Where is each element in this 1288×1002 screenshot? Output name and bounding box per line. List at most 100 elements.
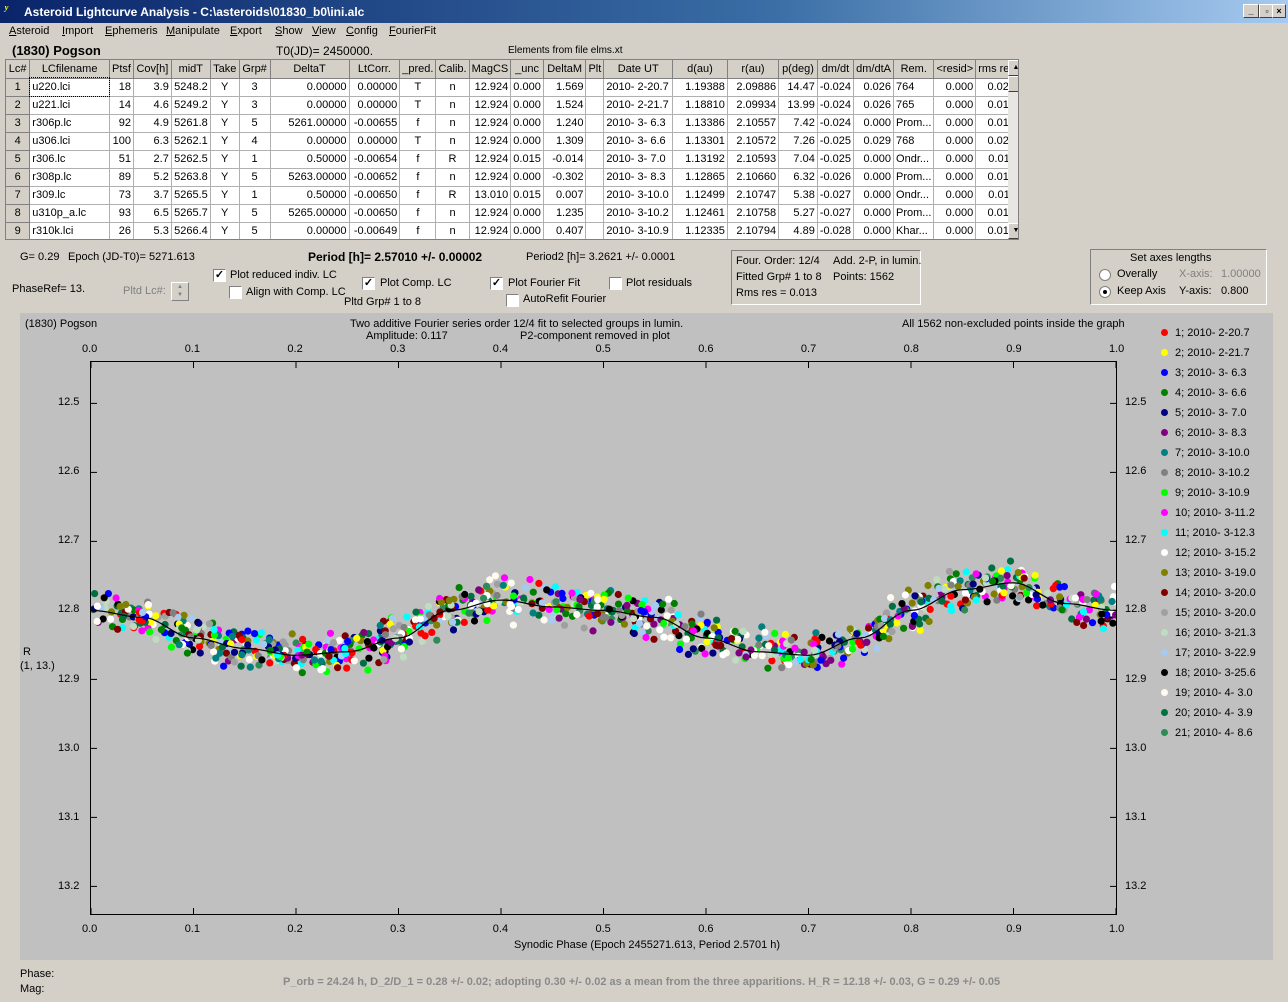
- table-cell[interactable]: r309.lc: [29, 186, 110, 205]
- table-row[interactable]: 5 r306.lc 51 2.7 5262.5 Y 1 0.50000 -0.00654 f R 12…: [6, 150, 1018, 169]
- table-cell[interactable]: 4.9: [133, 114, 172, 133]
- table-cell[interactable]: 1.240: [543, 114, 587, 133]
- table-cell[interactable]: Y: [210, 132, 240, 151]
- table-cell[interactable]: f: [399, 150, 437, 169]
- row-header[interactable]: 1: [6, 78, 31, 97]
- table-cell[interactable]: -0.024: [817, 114, 855, 133]
- menu-import[interactable]: Import: [62, 25, 93, 37]
- table-cell[interactable]: 12.924: [469, 168, 512, 187]
- table-cell[interactable]: u306.lci: [29, 132, 110, 151]
- table-cell[interactable]: 5263.8: [171, 168, 211, 187]
- table-cell[interactable]: 5.2: [133, 168, 172, 187]
- table-cell[interactable]: R: [435, 186, 470, 205]
- table-cell[interactable]: r306p.lc: [29, 114, 110, 133]
- table-cell[interactable]: 13.99: [778, 96, 818, 115]
- menu-asteroid[interactable]: Asteroid: [9, 25, 49, 37]
- table-cell[interactable]: 1.12499: [672, 186, 728, 205]
- row-header[interactable]: 8: [6, 204, 31, 223]
- table-cell[interactable]: 12.924: [469, 222, 512, 239]
- table-cell[interactable]: 764: [893, 78, 935, 97]
- table-cell[interactable]: [585, 222, 605, 239]
- table-cell[interactable]: 92: [109, 114, 134, 133]
- table-cell[interactable]: 0.00000: [270, 222, 350, 239]
- table-cell[interactable]: 2.10557: [727, 114, 780, 133]
- table-cell[interactable]: [585, 132, 605, 151]
- table-row[interactable]: 1 u220.lci 18 3.9 5248.2 Y 3 0.00000 0.00000 Tn 12…: [6, 77, 1018, 97]
- table-cell[interactable]: 0.000: [510, 168, 544, 187]
- column-header[interactable]: LtCorr.: [349, 60, 401, 79]
- table-cell[interactable]: 0.000: [853, 186, 895, 205]
- table-cell[interactable]: 3: [239, 78, 271, 97]
- table-cell[interactable]: 0.00000: [349, 96, 401, 115]
- column-header[interactable]: Cov[h]: [133, 60, 172, 79]
- menu-fourierfit[interactable]: FourierFit: [389, 25, 436, 37]
- table-cell[interactable]: n: [435, 204, 470, 223]
- table-cell[interactable]: 73: [109, 186, 134, 205]
- table-cell[interactable]: 0.00000: [270, 96, 350, 115]
- column-header[interactable]: Date UT: [603, 60, 674, 79]
- table-cell[interactable]: 2010- 3- 6.3: [603, 114, 674, 133]
- plot-fourier-checkbox[interactable]: ✓: [490, 277, 503, 290]
- table-cell[interactable]: [585, 204, 605, 223]
- table-scrollbar[interactable]: ▲ ▼: [1008, 60, 1018, 239]
- table-cell[interactable]: Prom...: [893, 204, 935, 223]
- keep-axis-radio[interactable]: [1099, 286, 1111, 298]
- table-cell[interactable]: 26: [109, 222, 134, 239]
- column-header[interactable]: Calib.: [435, 60, 470, 79]
- table-cell[interactable]: -0.00650: [349, 204, 401, 223]
- table-cell[interactable]: 1.13386: [672, 114, 728, 133]
- table-cell[interactable]: 1.12335: [672, 222, 728, 239]
- column-header[interactable]: Rem.: [893, 60, 935, 79]
- table-cell[interactable]: 0.00000: [270, 78, 350, 97]
- table-cell[interactable]: 0.000: [510, 96, 544, 115]
- table-row[interactable]: 4 u306.lci 100 6.3 5262.1 Y 4 0.00000 0.00000 Tn 1…: [6, 132, 1018, 151]
- table-cell[interactable]: 1.12461: [672, 204, 728, 223]
- row-header[interactable]: 3: [6, 114, 31, 133]
- table-cell[interactable]: 0.000: [933, 78, 977, 97]
- column-header[interactable]: Ptsf: [109, 60, 134, 79]
- table-cell[interactable]: [585, 114, 605, 133]
- table-cell[interactable]: 100: [109, 132, 134, 151]
- table-cell[interactable]: 13.010: [469, 186, 512, 205]
- table-cell[interactable]: 7.04: [778, 150, 818, 169]
- table-cell[interactable]: 5.3: [133, 222, 172, 239]
- table-cell[interactable]: 0.026: [853, 96, 895, 115]
- table-cell[interactable]: u220.lci: [28, 77, 111, 97]
- table-cell[interactable]: 0.00000: [270, 132, 350, 151]
- table-cell[interactable]: 0.007: [543, 186, 587, 205]
- table-cell[interactable]: 3: [239, 96, 271, 115]
- table-cell[interactable]: 1.13192: [672, 150, 728, 169]
- pltd-lc-spinner[interactable]: ▲ ▼: [171, 282, 189, 301]
- table-cell[interactable]: 5249.2: [171, 96, 211, 115]
- table-cell[interactable]: 0.000: [933, 186, 977, 205]
- table-cell[interactable]: 0.50000: [270, 150, 350, 169]
- column-header[interactable]: p(deg): [778, 60, 818, 79]
- table-cell[interactable]: 0.029: [853, 132, 895, 151]
- table-cell[interactable]: 0.000: [853, 114, 895, 133]
- autorefit-checkbox[interactable]: [506, 294, 519, 307]
- table-cell[interactable]: 5265.00000: [270, 204, 350, 223]
- table-cell[interactable]: 51: [109, 150, 134, 169]
- table-cell[interactable]: 768: [893, 132, 935, 151]
- close-button[interactable]: ×: [1272, 4, 1286, 18]
- table-cell[interactable]: f: [399, 114, 437, 133]
- table-cell[interactable]: -0.00652: [349, 168, 401, 187]
- scroll-thumb[interactable]: [1008, 76, 1018, 92]
- table-cell[interactable]: 2.10747: [727, 186, 780, 205]
- table-cell[interactable]: [585, 78, 605, 97]
- table-cell[interactable]: 0.000: [933, 150, 977, 169]
- row-header[interactable]: 9: [6, 222, 31, 239]
- table-cell[interactable]: 1.19388: [672, 78, 728, 97]
- table-cell[interactable]: 2.10794: [727, 222, 780, 239]
- table-cell[interactable]: 5: [239, 222, 271, 239]
- table-cell[interactable]: Y: [210, 114, 240, 133]
- table-row[interactable]: 9 r310k.lci 26 5.3 5266.4 Y 5 0.00000 -0.00649 f n…: [6, 222, 1018, 239]
- table-cell[interactable]: n: [435, 78, 470, 97]
- table-cell[interactable]: 5265.5: [171, 186, 211, 205]
- table-cell[interactable]: 1: [239, 186, 271, 205]
- table-cell[interactable]: 4: [239, 132, 271, 151]
- table-cell[interactable]: 0.000: [933, 222, 977, 239]
- column-header[interactable]: Plt: [585, 60, 605, 79]
- column-header[interactable]: _pred.: [399, 60, 437, 79]
- table-cell[interactable]: 7.42: [778, 114, 818, 133]
